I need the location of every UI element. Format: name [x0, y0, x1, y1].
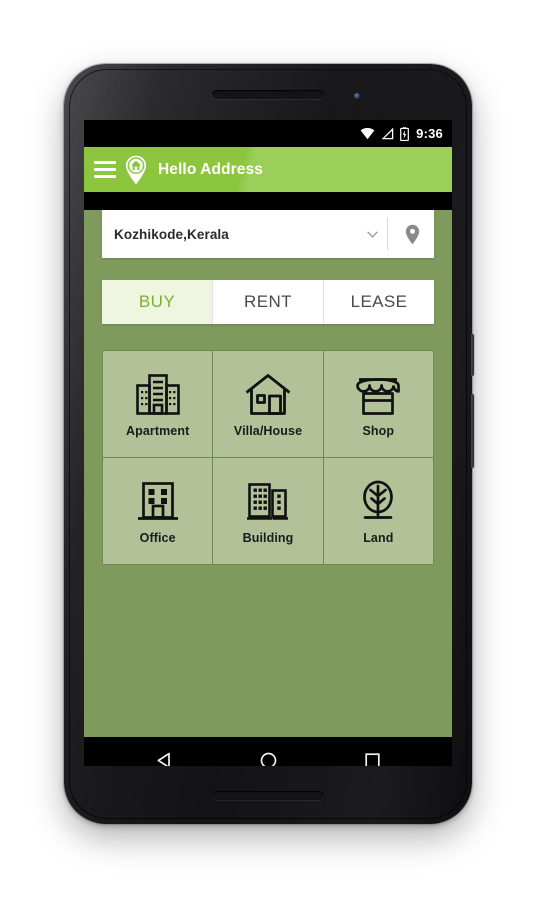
- app-title: Hello Address: [158, 160, 263, 178]
- hamburger-menu-icon[interactable]: [94, 161, 116, 178]
- transaction-type-tabs: BUY RENT LEASE: [102, 280, 434, 324]
- location-search-field[interactable]: Kozhikode,Kerala: [102, 210, 434, 258]
- category-tile-land[interactable]: Land: [323, 458, 433, 564]
- category-label: Land: [363, 531, 394, 545]
- category-tile-building[interactable]: Building: [213, 458, 323, 564]
- android-status-bar: 9:36: [84, 120, 452, 147]
- home-pin-logo-icon: [125, 155, 147, 184]
- app-bar: Hello Address: [84, 147, 452, 192]
- category-label: Office: [139, 531, 176, 545]
- tab-buy[interactable]: BUY: [102, 280, 213, 324]
- phone-screen: 9:36 Hello Address Kozhikode,Kerala BUY …: [84, 120, 452, 766]
- property-category-grid: Apartment Villa/House Shop Office Buildi…: [102, 350, 434, 565]
- office-icon: [134, 477, 182, 525]
- bottom-speaker: [212, 791, 324, 800]
- category-label: Building: [242, 531, 294, 545]
- tab-lease[interactable]: LEASE: [324, 280, 434, 324]
- house-icon: [244, 370, 292, 418]
- category-tile-villa-house[interactable]: Villa/House: [213, 351, 323, 457]
- category-label: Villa/House: [233, 424, 303, 438]
- category-tile-shop[interactable]: Shop: [323, 351, 433, 457]
- volume-button[interactable]: [471, 394, 474, 468]
- tree-icon: [354, 477, 402, 525]
- tab-rent[interactable]: RENT: [213, 280, 324, 324]
- category-label: Shop: [362, 424, 395, 438]
- category-label: Apartment: [125, 424, 190, 438]
- map-pin-icon[interactable]: [390, 210, 434, 258]
- cell-signal-icon: [381, 127, 394, 139]
- building-icon: [244, 477, 292, 525]
- category-tile-apartment[interactable]: Apartment: [103, 351, 213, 457]
- home-icon[interactable]: [244, 737, 292, 766]
- front-camera: [354, 93, 360, 99]
- battery-charging-icon: [400, 126, 410, 141]
- back-icon[interactable]: [140, 737, 188, 766]
- location-field-divider: [387, 218, 388, 250]
- apartment-icon: [134, 370, 182, 418]
- category-tile-office[interactable]: Office: [103, 458, 213, 564]
- android-navigation-bar: [84, 737, 452, 766]
- earpiece-speaker: [212, 90, 324, 99]
- recents-icon[interactable]: [348, 737, 396, 766]
- main-content: Kozhikode,Kerala BUY RENT LEASE Apartmen…: [84, 210, 452, 737]
- shop-icon: [354, 370, 402, 418]
- phone-device-frame: 9:36 Hello Address Kozhikode,Kerala BUY …: [64, 64, 474, 824]
- wifi-icon: [360, 127, 375, 139]
- location-input[interactable]: Kozhikode,Kerala: [102, 227, 359, 242]
- power-button[interactable]: [471, 334, 474, 376]
- status-bar-clock: 9:36: [416, 126, 443, 141]
- chevron-down-icon[interactable]: [359, 230, 385, 238]
